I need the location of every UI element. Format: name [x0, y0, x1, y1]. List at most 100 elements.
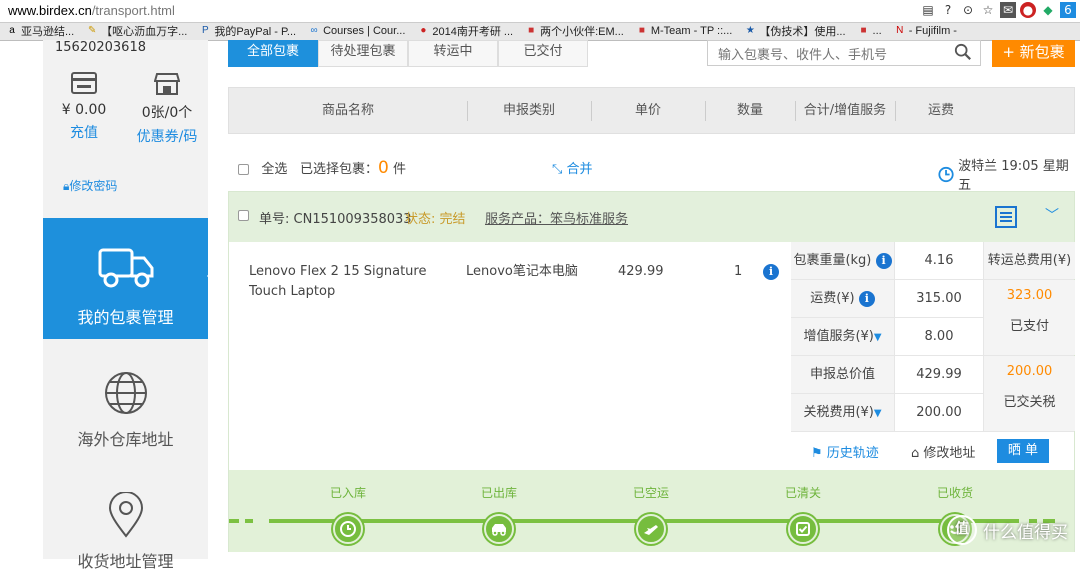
search-icon[interactable] [954, 43, 972, 61]
address-bar[interactable]: www.birdex.cn/transport.html ▤ ? ⊙ ☆ ✉ ●… [0, 0, 1080, 23]
globe-icon [43, 370, 208, 420]
truck-icon [96, 242, 156, 292]
step-label: 已入库 [329, 486, 366, 500]
clock-icon [333, 514, 363, 544]
square-icon: ■ [638, 25, 645, 36]
merge-label: 合并 [566, 162, 593, 177]
lock-icon[interactable]: ⊙ [960, 2, 976, 18]
bookmark-item[interactable]: ■... [852, 22, 888, 40]
tab-all-packages[interactable]: 全部包裹 [228, 40, 318, 67]
mail-icon[interactable]: ✉ [1000, 2, 1016, 18]
bookmark-item[interactable]: ■ M-Team - TP ::... [630, 22, 739, 40]
info-icon[interactable]: i [762, 263, 779, 280]
select-all[interactable]: 全选 [238, 158, 287, 177]
bookmark-item[interactable]: a 亚马逊结... [0, 22, 80, 40]
selected-number: 0 [378, 158, 389, 178]
progress-step-customs: 已清关 [758, 470, 848, 544]
info-icon[interactable]: i [858, 290, 875, 307]
url-text[interactable]: www.birdex.cn/transport.html [8, 3, 175, 18]
url-path: /transport.html [91, 3, 175, 18]
bookmark-item[interactable]: P 我的PayPal - P... [193, 22, 302, 40]
bookmark-item[interactable]: ■ 两个小伙伴:EM... [519, 22, 630, 40]
n-icon: N [896, 25, 904, 36]
bookmark-label: 2014南开考研 ... [432, 26, 514, 38]
bookmark-item[interactable]: N - Fujifilm - [888, 22, 963, 40]
package-header: 单号: CN151009358033 状态: 完结 服务产品：笨鸟标准服务 ﹀ [229, 192, 1074, 242]
nav-item-warehouse-address[interactable]: 海外仓库地址 [43, 370, 208, 450]
airplane-icon [636, 514, 666, 544]
service-product-link[interactable]: 服务产品：笨鸟标准服务 [485, 208, 628, 227]
coupon-link[interactable]: 优惠券/码 [126, 126, 208, 146]
history-label: 历史轨迹 [826, 446, 879, 461]
bookmark-label: 两个小伙伴:EM... [540, 26, 624, 38]
bookmark-label: 【呕心沥血万字... [101, 26, 188, 38]
payment-status: 已支付 [1009, 319, 1049, 334]
sidebar: 15620203618 ¥ 0.00 充值 0张/0个 优惠券/码 🔒︎修改密码… [43, 40, 215, 571]
bookmark-item[interactable]: ★ 【伪技术】使用... [738, 22, 851, 40]
fee-label-text: 关税费用(¥) [803, 405, 874, 420]
fee-label[interactable]: 增值服务(¥)▼ [791, 318, 895, 355]
nav-label: 收货地址管理 [77, 552, 174, 571]
triangle-down-icon[interactable]: ▼ [874, 408, 882, 419]
tab-pending[interactable]: 待处理包裹 [318, 40, 408, 67]
progress-step-received: 已入库 [303, 470, 393, 544]
bookmark-item[interactable]: ✎ 【呕心沥血万字... [80, 22, 193, 40]
share-order-button[interactable]: 晒 单 [997, 439, 1049, 463]
tab-in-transit[interactable]: 转运中 [408, 40, 498, 67]
home-icon: ⌂ [911, 446, 920, 461]
search-box [707, 40, 981, 66]
page-icon[interactable]: ▤ [920, 2, 936, 18]
url-domain: www.birdex.cn [8, 3, 92, 18]
extension-icon[interactable]: ● [1020, 2, 1036, 18]
history-link[interactable]: ⚑ 历史轨迹 [811, 442, 879, 461]
nav-item-my-packages[interactable]: 我的包裹管理 [43, 218, 215, 339]
selected-count: 已选择包裹：0 件 [300, 158, 406, 178]
bookmark-item[interactable]: ● 2014南开考研 ... [411, 22, 519, 40]
tab-delivered[interactable]: 已交付 [498, 40, 588, 67]
recharge-link[interactable]: 充值 [43, 122, 125, 142]
package-checkbox[interactable] [238, 210, 249, 221]
help-icon[interactable]: ? [940, 2, 956, 18]
browser-extension-icons: ▤ ? ⊙ ☆ ✉ ● ◆ 6 [920, 2, 1076, 18]
merge-button[interactable]: ⤡ 合并 [552, 158, 593, 177]
tax-cell: 200.00 已交关税 [983, 356, 1075, 431]
balance-value: ¥ 0.00 [61, 102, 107, 118]
star-icon[interactable]: ☆ [980, 2, 996, 18]
header-quantity: 数量 [736, 103, 763, 118]
change-password-link[interactable]: 🔒︎修改密码 [63, 177, 117, 194]
modify-address-label: 修改地址 [923, 446, 976, 461]
search-input[interactable] [716, 42, 950, 66]
header-shipping: 运费 [927, 103, 954, 118]
pen-icon: ✎ [87, 25, 97, 36]
tax-status: 已交关税 [1003, 395, 1056, 410]
square-icon: ■ [860, 25, 867, 36]
fee-label[interactable]: 关税费用(¥)▼ [791, 394, 895, 431]
fee-label-text: 增值服务(¥) [803, 329, 874, 344]
bookmark-label: ... [872, 25, 882, 37]
a-icon: a [9, 25, 15, 36]
selected-prefix: 已选择包裹： [300, 162, 379, 177]
fee-value: 315.00 [916, 291, 962, 306]
bookmarks-bar: a 亚马逊结... ✎ 【呕心沥血万字... P 我的PayPal - P... ∞ Cour… [0, 22, 1080, 40]
triangle-down-icon[interactable]: ▼ [874, 332, 882, 343]
item-category: Lenovo笔记本电脑 [466, 264, 578, 279]
document-icon[interactable] [995, 206, 1017, 228]
item-quantity-value: 1 [734, 264, 743, 279]
map-icon[interactable]: ◆ [1040, 2, 1056, 18]
chevron-down-icon[interactable]: ﹀ [1045, 205, 1059, 225]
local-time: 波特兰 19:05 星期五 [938, 155, 1075, 193]
bookmark-label: 我的PayPal - P... [214, 26, 297, 38]
info-icon[interactable]: i [875, 252, 892, 269]
modify-address-link[interactable]: ⌂ 修改地址 [911, 442, 975, 461]
bookmark-item[interactable]: ∞ Courses | Cour... [302, 22, 411, 40]
selected-unit: 件 [392, 162, 406, 177]
app-icon[interactable]: 6 [1060, 2, 1076, 18]
fee-label-text: 运费(¥) [810, 291, 855, 306]
progress-dash [229, 519, 239, 523]
browser-chrome: www.birdex.cn/transport.html ▤ ? ⊙ ☆ ✉ ●… [0, 0, 1080, 41]
new-package-button[interactable]: + 新包裹 [992, 40, 1075, 67]
nav-item-shipping-address[interactable]: 收货地址管理 [43, 491, 208, 572]
location-pin-icon [43, 491, 208, 542]
bomb-icon: ● [420, 25, 427, 36]
select-all-checkbox[interactable] [238, 164, 249, 175]
